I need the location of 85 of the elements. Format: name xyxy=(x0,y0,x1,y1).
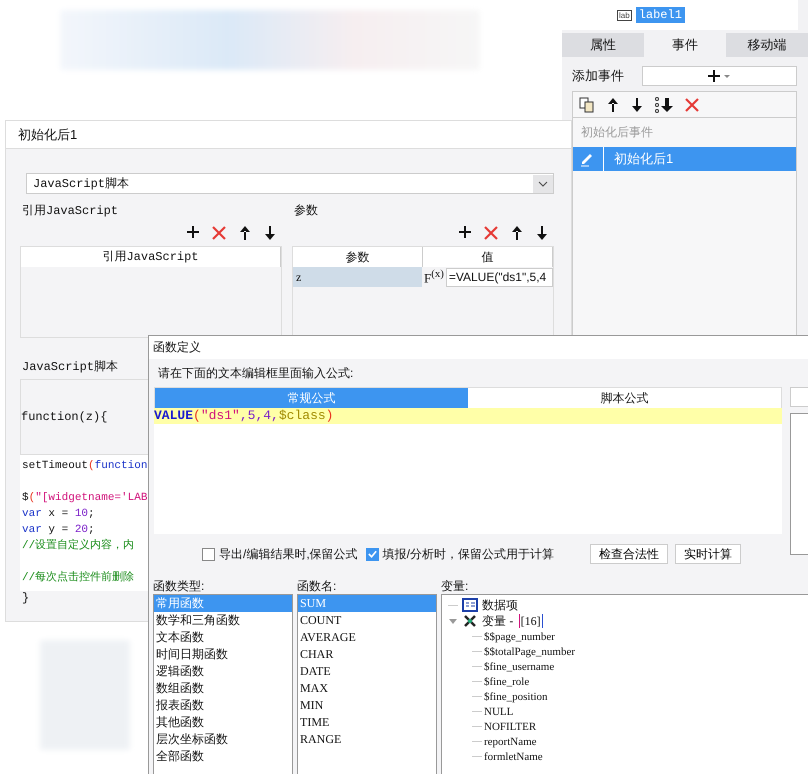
data-item-icon xyxy=(462,598,478,612)
code-line: $("[widgetname='LAB xyxy=(22,491,148,506)
checkbox[interactable] xyxy=(202,548,215,560)
tree-leaf[interactable]: $$page_number xyxy=(484,630,555,642)
tree-leaf[interactable]: NULL xyxy=(484,706,514,718)
section-title: JavaScript脚本 xyxy=(21,359,120,376)
list-item[interactable]: 数组函数 xyxy=(154,680,292,697)
list-item[interactable]: 文本函数 xyxy=(154,629,292,646)
expand-triangle-icon[interactable] xyxy=(448,617,458,625)
list-item[interactable]: 数学和三角函数 xyxy=(154,612,292,629)
list-item[interactable]: 报表函数 xyxy=(154,697,292,714)
pencil-icon[interactable] xyxy=(579,151,595,167)
code-editor[interactable]: setTimeout(function $("[widgetname='LAB var x = 10; var y = 20; //设置自定义内容，内 //每次点击控件前删除 xyxy=(20,455,150,591)
list-item[interactable]: COUNT xyxy=(298,612,436,629)
list-item[interactable]: MAX xyxy=(298,680,436,697)
section-title: 参数 xyxy=(293,202,319,219)
column-header: 值 xyxy=(423,247,553,267)
tree-leaf[interactable]: formletName xyxy=(484,750,543,762)
tree-leaf[interactable]: reportName xyxy=(484,736,537,748)
arrow-down-icon[interactable] xyxy=(631,96,643,112)
list-item[interactable]: 全部函数 xyxy=(154,748,292,765)
list-item[interactable]: DATE xyxy=(298,663,436,680)
checkbox[interactable] xyxy=(366,548,379,560)
section-title: 引用JavaScript xyxy=(21,203,120,220)
plus-icon[interactable] xyxy=(187,226,199,238)
input-field[interactable] xyxy=(790,387,808,407)
tree-node[interactable]: 数据项 xyxy=(482,596,518,614)
code-line: var y = 20; xyxy=(22,523,96,538)
arrow-down-icon[interactable] xyxy=(264,226,276,240)
dialog-title: 函数定义 xyxy=(149,336,808,359)
add-event-label: 添加事件 xyxy=(572,67,625,85)
tree-leaf[interactable]: NOFILTER xyxy=(484,720,536,732)
tree-leaf[interactable]: $$totalPage_number xyxy=(484,646,576,658)
delete-icon[interactable] xyxy=(685,98,699,112)
dialog-button[interactable]: 检查合法性 xyxy=(590,544,668,564)
tree-leaf[interactable]: $fine_position xyxy=(484,690,548,702)
list-item[interactable]: 逻辑函数 xyxy=(154,663,292,680)
list-label: 函数类型: xyxy=(153,578,206,594)
table-cell[interactable]: z xyxy=(293,267,422,287)
list-item[interactable]: 层次坐标函数 xyxy=(154,731,292,748)
dialog-button[interactable]: 实时计算 xyxy=(675,544,742,564)
copy-icon[interactable] xyxy=(579,96,595,112)
plus-icon[interactable] xyxy=(459,226,471,238)
tree-leaf[interactable]: $fine_username xyxy=(484,660,554,672)
event-list-header: 初始化后事件 xyxy=(580,124,654,141)
dialog-title: 初始化后1 xyxy=(6,121,571,149)
code-line: setTimeout(function xyxy=(22,459,148,474)
checkbox-label: 导出/编辑结果时,保留公式 xyxy=(219,546,358,562)
list-item[interactable]: 时间日期函数 xyxy=(154,646,292,663)
arrow-up-icon[interactable] xyxy=(239,226,251,240)
tree-node[interactable]: 变量 - [16] xyxy=(482,612,543,630)
formula-tab[interactable]: 脚本公式 xyxy=(468,388,781,408)
code-line: //每次点击控件前删除 xyxy=(22,570,136,586)
panel-tab[interactable]: 属性 xyxy=(562,33,644,57)
script-type-dropdown[interactable]: JavaScript脚本 xyxy=(26,173,554,194)
list-item[interactable]: 其他函数 xyxy=(154,714,292,731)
formula-button[interactable]: F$^{(x)}$ xyxy=(422,268,446,286)
checkbox-label: 填报/分析时，保留公式用于计算 xyxy=(382,546,554,562)
code-line: var x = 10; xyxy=(22,507,96,522)
list-label: 变量: xyxy=(441,578,470,594)
formula-editor[interactable]: VALUE("ds1",5,4,$class) xyxy=(154,408,782,534)
delete-icon[interactable] xyxy=(212,226,226,240)
code-line: //设置自定义内容，内 xyxy=(22,538,136,554)
list-item[interactable]: MIN xyxy=(298,697,436,714)
arrow-down-icon[interactable] xyxy=(536,226,548,240)
column-header: 引用JavaScript xyxy=(21,247,281,267)
list-label: 函数名: xyxy=(297,578,338,594)
tree-leaf[interactable]: $fine_role xyxy=(484,676,530,688)
arrow-up-icon[interactable] xyxy=(607,96,619,112)
delete-icon[interactable] xyxy=(484,226,498,240)
code-line: } xyxy=(21,591,30,605)
plus-caret-icon xyxy=(706,69,732,83)
code-line: function(z){ xyxy=(21,410,108,424)
move-bottom-icon[interactable] xyxy=(655,96,673,112)
list-item[interactable]: TIME xyxy=(298,714,436,731)
list-item[interactable]: CHAR xyxy=(298,646,436,663)
value-field[interactable]: =VALUE("ds1",5,4 xyxy=(446,268,553,286)
chevron-down-icon xyxy=(533,174,553,192)
label-widget-icon: lab xyxy=(617,10,632,20)
arrow-up-icon[interactable] xyxy=(511,226,523,240)
variables-icon xyxy=(462,614,478,628)
instruction-text: 请在下面的文本编辑框里面输入公式: xyxy=(157,365,354,382)
list-item[interactable]: RANGE xyxy=(298,731,436,748)
panel-tab[interactable]: 移动端 xyxy=(726,33,808,57)
list-item[interactable]: AVERAGE xyxy=(298,629,436,646)
